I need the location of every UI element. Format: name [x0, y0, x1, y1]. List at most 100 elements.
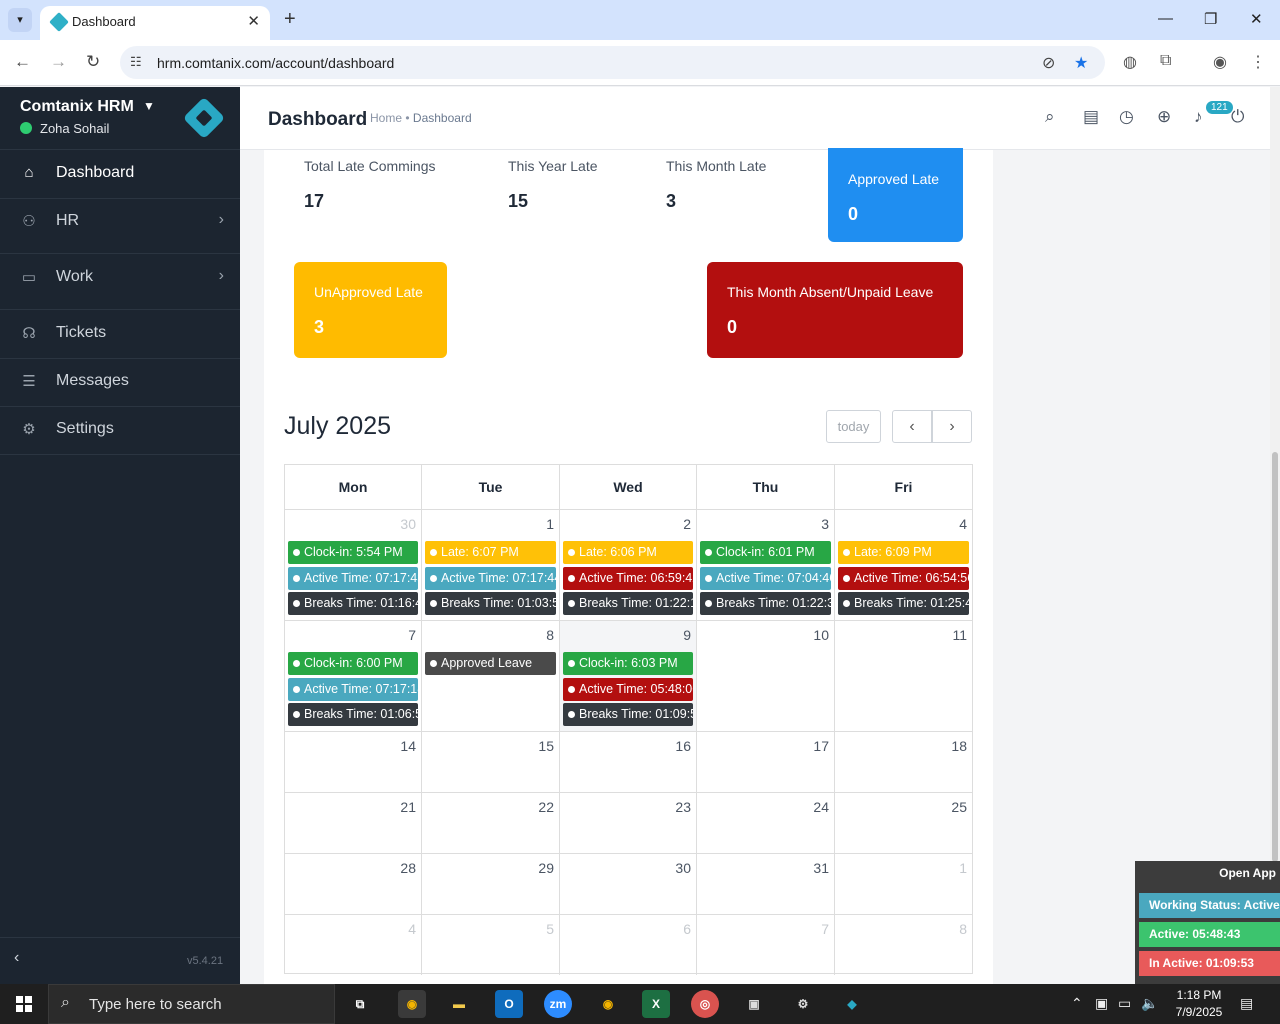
- url-text[interactable]: hrm.comtanix.com/account/dashboard: [157, 55, 394, 71]
- calendar-day-cell[interactable]: 1 Late: 6:07 PM Active Time: 07:17:44 Break…: [422, 509, 560, 620]
- site-info-icon[interactable]: ☷: [130, 54, 142, 70]
- open-app-button[interactable]: Open App: [1219, 866, 1276, 880]
- calendar-day-cell[interactable]: 6: [560, 914, 697, 975]
- day-number[interactable]: 10: [813, 627, 829, 643]
- calendar-event[interactable]: Breaks Time: 01:25:48: [838, 592, 969, 615]
- page-scrollbar[interactable]: [1270, 87, 1280, 984]
- taskbar-search[interactable]: ⌕ Type here to search: [48, 984, 335, 1024]
- stat-approved-late[interactable]: Approved Late 0: [828, 148, 963, 242]
- calendar-event[interactable]: Breaks Time: 01:22:14: [563, 592, 693, 615]
- tab-search-button[interactable]: ▾: [8, 8, 32, 32]
- reload-icon[interactable]: ↻: [86, 52, 100, 72]
- calendar-day-cell[interactable]: 7: [697, 914, 835, 975]
- calendar-day-cell[interactable]: 8 Approved Leave: [422, 620, 560, 731]
- day-number[interactable]: 28: [400, 860, 416, 876]
- clock-icon[interactable]: ◷: [1119, 107, 1134, 127]
- day-number[interactable]: 7: [408, 627, 416, 643]
- calendar-day-cell[interactable]: 16: [560, 731, 697, 792]
- calendar-event[interactable]: Clock-in: 6:00 PM: [288, 652, 418, 675]
- chevron-down-icon[interactable]: ▼: [143, 99, 155, 113]
- extensions-icon[interactable]: ⧉: [1160, 52, 1171, 70]
- calendar-day-cell[interactable]: 4 Late: 6:09 PM Active Time: 06:54:56 Break…: [835, 509, 972, 620]
- day-number[interactable]: 2: [683, 516, 691, 532]
- brand-name[interactable]: Comtanix HRM: [20, 98, 134, 116]
- calendar-day-cell[interactable]: 23: [560, 792, 697, 853]
- tracking-off-icon[interactable]: ⊘: [1042, 53, 1055, 73]
- calendar-day-cell[interactable]: 30: [560, 853, 697, 914]
- calendar-event[interactable]: Active Time: 07:04:46: [700, 566, 831, 590]
- calendar-event[interactable]: Approved Leave: [425, 652, 556, 675]
- calendar-event[interactable]: Active Time: 07:17:18: [288, 677, 418, 701]
- search-icon[interactable]: ⌕: [1045, 107, 1055, 127]
- network-icon[interactable]: ▭: [1118, 995, 1131, 1012]
- minimize-icon[interactable]: —: [1158, 10, 1173, 27]
- outlook-icon[interactable]: O: [495, 990, 523, 1018]
- day-number[interactable]: 8: [546, 627, 554, 643]
- app-icon[interactable]: ◎: [691, 990, 719, 1018]
- calendar-day-cell[interactable]: 21: [285, 792, 422, 853]
- excel-icon[interactable]: X: [642, 990, 670, 1018]
- calendar-day-cell[interactable]: 24: [697, 792, 835, 853]
- sidebar-item-settings[interactable]: ⚙ Settings: [0, 406, 240, 454]
- translate-icon[interactable]: ◍: [1123, 52, 1137, 72]
- collapse-sidebar-icon[interactable]: ‹: [14, 949, 19, 967]
- calendar-day-cell[interactable]: 3 Clock-in: 6:01 PM Active Time: 07:04:46 B…: [697, 509, 835, 620]
- calendar-event[interactable]: Breaks Time: 01:16:44: [288, 592, 418, 615]
- day-number[interactable]: 3: [821, 516, 829, 532]
- chrome-icon[interactable]: ◉: [398, 990, 426, 1018]
- day-number[interactable]: 9: [683, 627, 691, 643]
- day-number[interactable]: 14: [400, 738, 416, 754]
- tray-app-icon[interactable]: ▣: [1095, 995, 1108, 1012]
- prev-month-button[interactable]: ‹: [892, 410, 932, 443]
- new-tab-icon[interactable]: +: [284, 8, 296, 31]
- calendar-day-cell[interactable]: 8: [835, 914, 972, 975]
- calendar-event[interactable]: Breaks Time: 01:22:39: [700, 592, 831, 615]
- calendar-day-cell[interactable]: 15: [422, 731, 560, 792]
- today-button[interactable]: today: [826, 410, 881, 443]
- calendar-event[interactable]: Active Time: 06:59:42: [563, 566, 693, 590]
- calendar-day-cell[interactable]: 10: [697, 620, 835, 731]
- calendar-event[interactable]: Late: 6:06 PM: [563, 541, 693, 564]
- stat-absent-leave[interactable]: This Month Absent/Unpaid Leave 0: [707, 262, 963, 358]
- day-number[interactable]: 4: [408, 921, 416, 937]
- bell-icon[interactable]: ♪: [1194, 107, 1203, 127]
- calendar-event[interactable]: Clock-in: 6:01 PM: [700, 541, 831, 564]
- calendar-event[interactable]: Active Time: 07:17:43: [288, 566, 418, 590]
- notification-center-icon[interactable]: ▤: [1240, 995, 1253, 1012]
- sidebar-item-work[interactable]: ▭ Work ›: [0, 254, 240, 302]
- day-number[interactable]: 23: [675, 799, 691, 815]
- day-number[interactable]: 30: [675, 860, 691, 876]
- calendar-event[interactable]: Clock-in: 6:03 PM: [563, 652, 693, 675]
- scrollbar-thumb[interactable]: [1272, 452, 1278, 862]
- day-number[interactable]: 4: [959, 516, 967, 532]
- day-number[interactable]: 24: [813, 799, 829, 815]
- sidebar-item-tickets[interactable]: ☊ Tickets: [0, 310, 240, 358]
- calendar-day-cell[interactable]: 1: [835, 853, 972, 914]
- calendar-day-cell[interactable]: 4: [285, 914, 422, 975]
- day-number[interactable]: 16: [675, 738, 691, 754]
- calendar-event[interactable]: Late: 6:09 PM: [838, 541, 969, 564]
- breadcrumb-home[interactable]: Home: [370, 111, 402, 125]
- calendar-day-cell[interactable]: 11: [835, 620, 972, 731]
- restore-icon[interactable]: ❐: [1204, 10, 1217, 28]
- sidebar-item-messages[interactable]: ☰ Messages: [0, 358, 240, 406]
- snipping-tool-icon[interactable]: ▣: [740, 990, 768, 1018]
- calendar-event[interactable]: Late: 6:07 PM: [425, 541, 556, 564]
- calendar-event[interactable]: Breaks Time: 01:09:54: [563, 703, 693, 726]
- power-icon[interactable]: ⏻: [1231, 107, 1244, 127]
- day-number[interactable]: 17: [813, 738, 829, 754]
- day-number[interactable]: 1: [546, 516, 554, 532]
- calendar-event[interactable]: Breaks Time: 01:06:57: [288, 703, 418, 726]
- calendar-day-cell[interactable]: 29: [422, 853, 560, 914]
- close-window-icon[interactable]: ✕: [1250, 10, 1263, 28]
- calendar-day-cell[interactable]: 14: [285, 731, 422, 792]
- calendar-day-cell[interactable]: 7 Clock-in: 6:00 PM Active Time: 07:17:18 B…: [285, 620, 422, 731]
- settings-icon[interactable]: ⚙: [789, 990, 817, 1018]
- zoom-icon[interactable]: zm: [544, 990, 572, 1018]
- close-tab-icon[interactable]: ✕: [247, 12, 260, 30]
- sticky-note-icon[interactable]: ▤: [1083, 107, 1099, 127]
- file-explorer-icon[interactable]: ▬: [445, 990, 473, 1018]
- calendar-day-cell[interactable]: 25: [835, 792, 972, 853]
- next-month-button[interactable]: ›: [932, 410, 972, 443]
- day-number[interactable]: 7: [821, 921, 829, 937]
